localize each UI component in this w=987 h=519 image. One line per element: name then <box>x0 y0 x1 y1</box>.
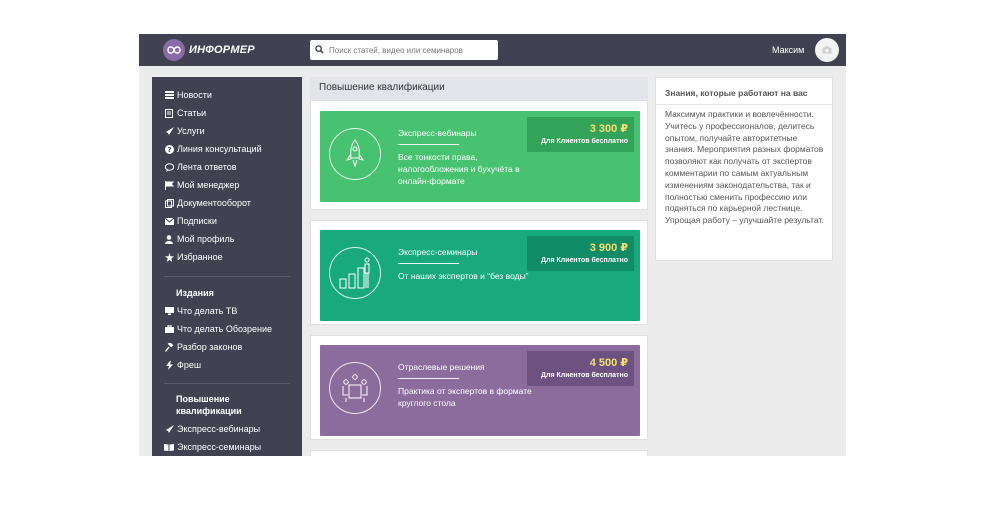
sidebar-item-seminars[interactable]: Экспресс-семинары <box>164 439 261 455</box>
sidebar-item-favorites[interactable]: Избранное <box>164 249 223 265</box>
sidebar-item-webinars[interactable]: Экспресс-вебинары <box>164 421 260 437</box>
price-box: 4 500 ₽ Для Клиентов бесплатно <box>527 351 634 386</box>
info-text: Максимум практики и вовлечённости. Учите… <box>665 109 824 226</box>
card-title: Экспресс-вебинары <box>398 128 477 138</box>
sidebar-item-services[interactable]: Услуги <box>164 123 205 139</box>
svg-text:?: ? <box>167 146 171 154</box>
user-icon <box>164 234 174 244</box>
user-name[interactable]: Максим <box>772 45 804 55</box>
tv-icon <box>164 306 174 316</box>
avatar[interactable] <box>815 38 839 62</box>
card-price-note: Для Клиентов бесплатно <box>541 138 628 145</box>
book-icon <box>164 442 174 452</box>
logo-icon <box>163 39 185 61</box>
growth-chart-icon <box>329 247 381 299</box>
sidebar-item-articles[interactable]: Статьи <box>164 105 206 121</box>
card-price: 3 300 ₽ <box>589 123 628 135</box>
search-box[interactable] <box>310 40 498 60</box>
rocket-icon <box>164 126 174 136</box>
price-box: 3 300 ₽ Для Клиентов бесплатно <box>527 117 634 152</box>
sidebar-item-docflow[interactable]: Документооборот <box>164 195 251 211</box>
docs-icon <box>164 198 174 208</box>
top-header: ИНФОРМЕР Максим <box>139 34 846 66</box>
sidebar-divider <box>164 383 290 384</box>
gavel-icon <box>164 342 174 352</box>
star-icon <box>164 252 174 262</box>
card-industry-solutions[interactable]: Отраслевые решения Практика от экспертов… <box>320 345 640 436</box>
sidebar-item-laws[interactable]: Разбор законов <box>164 339 242 355</box>
sidebar-item-manager[interactable]: Мой менеджер <box>164 177 239 193</box>
info-divider <box>656 104 832 105</box>
sidebar-item-consultations[interactable]: ? Линия консультаций <box>164 141 262 157</box>
logo[interactable]: ИНФОРМЕР <box>163 39 255 61</box>
sidebar-item-fresh[interactable]: Фреш <box>164 357 201 373</box>
roundtable-icon <box>329 362 381 414</box>
card-container: Экспресс-вебинары Все тонкости права, на… <box>310 100 648 210</box>
section-title-bar: Повышение квалификации <box>310 77 648 100</box>
card-price: 3 900 ₽ <box>589 242 628 254</box>
search-input[interactable] <box>329 45 489 55</box>
list-icon <box>164 90 174 100</box>
rocket-icon <box>329 128 381 180</box>
briefcase-icon <box>164 324 174 334</box>
sidebar-section-training: Повышение квалификации <box>176 394 242 416</box>
card-description: От наших экспертов и “без воды” <box>398 271 529 281</box>
question-icon: ? <box>164 144 174 154</box>
bolt-icon <box>164 360 174 370</box>
sidebar-divider <box>164 276 290 277</box>
card-description: Все тонкости права, налогообложения и бу… <box>398 152 520 186</box>
mail-icon <box>164 216 174 226</box>
sidebar-item-profile[interactable]: Мой профиль <box>164 231 234 247</box>
sidebar-item-answers[interactable]: Лента ответов <box>164 159 237 175</box>
card-price-note: Для Клиентов бесплатно <box>541 372 628 379</box>
file-icon <box>164 108 174 118</box>
info-title: Знания, которые работают на вас <box>665 88 808 98</box>
card-container <box>310 450 648 456</box>
search-icon <box>315 41 324 59</box>
sidebar-item-subscriptions[interactable]: Подписки <box>164 213 217 229</box>
info-panel: Знания, которые работают на вас Максимум… <box>655 77 833 261</box>
camera-icon <box>822 46 832 54</box>
card-container: Экспресс-семинары От наших экспертов и “… <box>310 220 648 325</box>
price-box: 3 900 ₽ Для Клиентов бесплатно <box>527 236 634 271</box>
card-price: 4 500 ₽ <box>589 357 628 369</box>
sidebar: Новости Статьи Услуги ? Линия консультац… <box>152 77 302 456</box>
card-title: Отраслевые решения <box>398 362 485 372</box>
sidebar-item-review[interactable]: Что делать Обозрение <box>164 321 272 337</box>
card-title: Экспресс-семинары <box>398 247 478 257</box>
card-divider <box>398 263 459 264</box>
flag-icon <box>164 180 174 190</box>
card-price-note: Для Клиентов бесплатно <box>541 257 628 264</box>
card-express-webinars[interactable]: Экспресс-вебинары Все тонкости права, на… <box>320 111 640 202</box>
sidebar-item-news[interactable]: Новости <box>164 87 212 103</box>
section-title: Повышение квалификации <box>319 82 445 93</box>
app-window: ИНФОРМЕР Максим Новости Статьи Услуги ? <box>139 34 846 456</box>
card-container: Отраслевые решения Практика от экспертов… <box>310 335 648 440</box>
card-description: Практика от экспертов в формате круглого… <box>398 386 532 408</box>
logo-text: ИНФОРМЕР <box>189 44 255 56</box>
card-express-seminars[interactable]: Экспресс-семинары От наших экспертов и “… <box>320 230 640 321</box>
card-divider <box>398 378 459 379</box>
sidebar-section-publications: Издания <box>176 288 214 298</box>
card-divider <box>398 144 459 145</box>
rocket-icon <box>164 424 174 434</box>
bubble-icon <box>164 162 174 172</box>
sidebar-item-tv[interactable]: Что делать ТВ <box>164 303 237 319</box>
